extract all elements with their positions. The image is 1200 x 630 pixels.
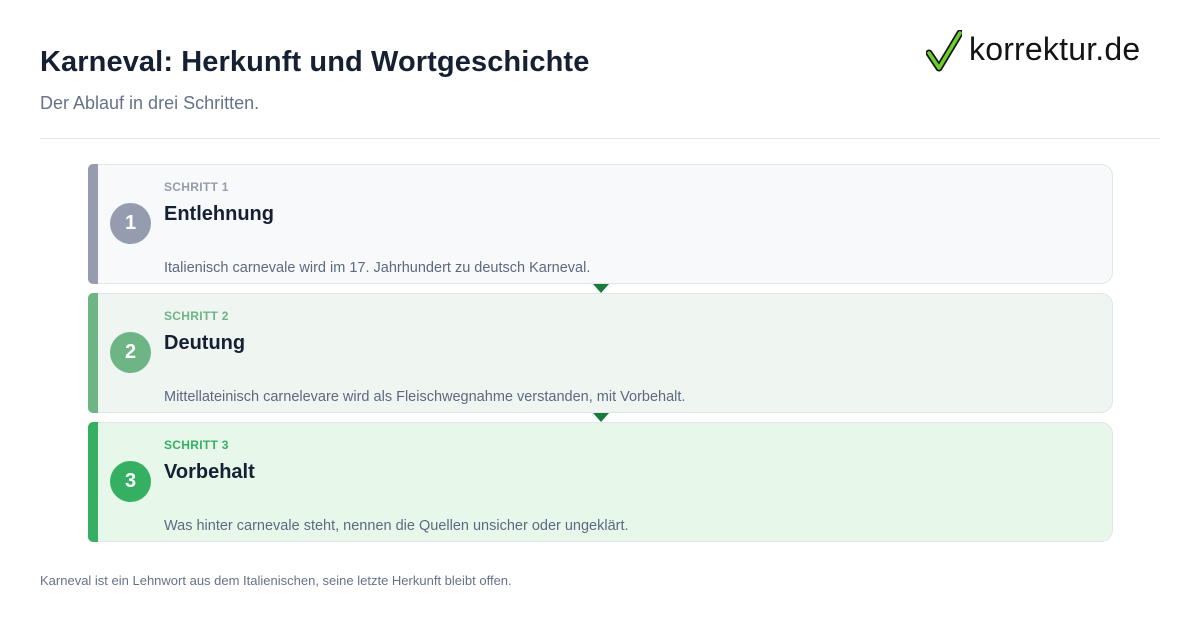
step-description: Mittellateinisch carnelevare wird als Fl…: [164, 389, 686, 405]
page-subtitle: Der Ablauf in drei Schritten.: [40, 93, 260, 113]
step-description: Italienisch carnevale wird im 17. Jahrhu…: [164, 260, 591, 276]
step-number-badge: 2: [110, 332, 151, 373]
step-accent-bar: [88, 293, 98, 413]
step-title: Entlehnung: [164, 203, 274, 225]
step-number-badge: 3: [110, 461, 151, 502]
step-kicker: Schritt 2: [164, 309, 229, 323]
step-kicker: Schritt 1: [164, 180, 229, 194]
logo-text: korrektur.de: [969, 31, 1141, 67]
step-card: 2 Schritt 2 Deutung Mittellateinisch car…: [88, 293, 1113, 413]
step-card: 1 Schritt 1 Entlehnung Italienisch carne…: [88, 164, 1113, 284]
step-card: 3 Schritt 3 Vorbehalt Was hinter carneva…: [88, 422, 1113, 542]
connector-arrow: [593, 284, 609, 293]
step-number-badge: 1: [110, 203, 151, 244]
step-title: Deutung: [164, 332, 246, 354]
step-kicker: Schritt 3: [164, 438, 229, 452]
header-divider: [40, 138, 1160, 139]
checkmark-icon: [926, 30, 962, 72]
step-title: Vorbehalt: [164, 461, 255, 483]
footnote: Karneval ist ein Lehnwort aus dem Italie…: [40, 573, 512, 588]
connector-arrow: [593, 413, 609, 422]
page-title: Karneval: Herkunft und Wortgeschichte: [40, 46, 590, 78]
step-description: Was hinter carnevale steht, nennen die Q…: [164, 518, 629, 534]
step-accent-bar: [88, 422, 98, 542]
step-accent-bar: [88, 164, 98, 284]
brand-logo[interactable]: korrektur.de: [926, 30, 1140, 72]
